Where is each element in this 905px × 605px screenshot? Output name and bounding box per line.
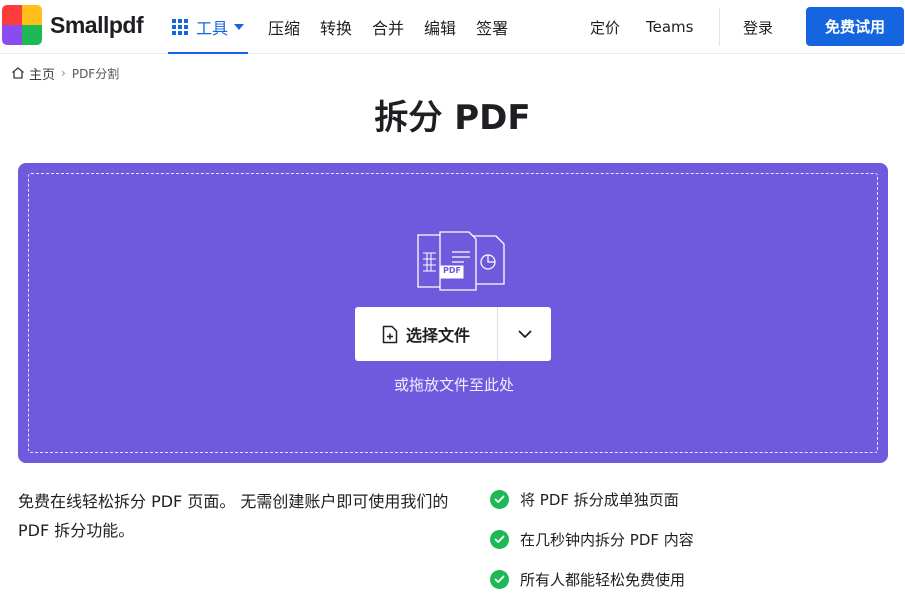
brand-name: Smallpdf: [50, 11, 144, 38]
feature-label: 所有人都能轻松免费使用: [520, 570, 686, 589]
feature-label: 在几秒钟内拆分 PDF 内容: [520, 530, 694, 549]
breadcrumb: 主页 › PDF分割: [11, 64, 120, 83]
check-circle-icon: [490, 489, 509, 509]
check-circle-icon: [490, 569, 509, 589]
tool-description: 免费在线轻松拆分 PDF 页面。 无需创建账户即可使用我们的 PDF 拆分功能。: [18, 492, 449, 540]
chevron-down-icon: [518, 330, 531, 338]
breadcrumb-current: PDF分割: [71, 66, 120, 81]
top-header: Smallpdf 工具 压缩 转换 合并 编辑 签署 定价 Teams 登录 免…: [0, 0, 905, 54]
nav-pricing[interactable]: 定价: [590, 0, 620, 54]
feature-list: 将 PDF 拆分成单独页面 在几秒钟内拆分 PDF 内容 所有人都能轻松免费使用: [490, 487, 694, 605]
feature-item: 所有人都能轻松免费使用: [490, 567, 694, 591]
nav-tools-menu[interactable]: 工具: [168, 0, 248, 54]
home-icon: [12, 67, 24, 79]
brand-logo[interactable]: Smallpdf: [2, 5, 144, 45]
login-link[interactable]: 登录: [743, 0, 773, 54]
nav-teams[interactable]: Teams: [646, 0, 693, 54]
breadcrumb-separator: ›: [61, 66, 66, 80]
header-divider: [719, 8, 720, 46]
nav-item-convert[interactable]: 转换: [320, 15, 352, 39]
feature-item: 将 PDF 拆分成单独页面: [490, 487, 694, 511]
free-trial-button[interactable]: 免费试用: [806, 7, 904, 46]
nav-item-merge[interactable]: 合并: [372, 15, 404, 39]
page-title: 拆分 PDF: [374, 98, 531, 138]
logo-mark-icon: [2, 5, 42, 45]
caret-down-icon: [234, 24, 245, 30]
pdf-badge-label: PDF: [443, 266, 461, 275]
nav-item-compress[interactable]: 压缩: [268, 15, 300, 39]
drop-zone-border: PDF 选择文件 或拖放文件至此处: [28, 173, 878, 453]
documents-illustration-icon: [417, 231, 505, 291]
choose-source-dropdown[interactable]: [498, 307, 551, 361]
drop-hint: 或拖放文件至此处: [393, 376, 514, 394]
file-add-icon: [382, 325, 398, 343]
main-nav: 工具 压缩 转换 合并 编辑 签署: [168, 0, 508, 54]
choose-file-group: 选择文件: [355, 307, 551, 361]
feature-item: 在几秒钟内拆分 PDF 内容: [490, 527, 694, 551]
nav-tools-label: 工具: [196, 19, 229, 38]
nav-item-edit[interactable]: 编辑: [424, 15, 456, 39]
choose-file-label: 选择文件: [405, 326, 470, 345]
nav-item-sign[interactable]: 签署: [476, 15, 508, 39]
choose-file-button[interactable]: 选择文件: [355, 307, 497, 361]
check-circle-icon: [490, 529, 509, 549]
breadcrumb-home[interactable]: 主页: [29, 64, 55, 83]
file-drop-zone[interactable]: PDF 选择文件 或拖放文件至此处: [18, 163, 888, 463]
feature-label: 将 PDF 拆分成单独页面: [520, 490, 679, 509]
grid-icon: [172, 19, 188, 35]
